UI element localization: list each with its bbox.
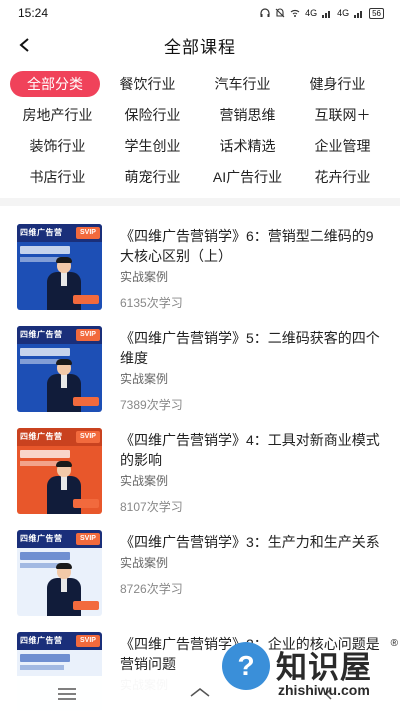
svip-badge: SVIP bbox=[76, 431, 100, 443]
svip-badge: SVIP bbox=[76, 329, 100, 341]
menu-icon bbox=[57, 687, 76, 700]
svip-badge: SVIP bbox=[76, 227, 100, 239]
chevron-left-icon bbox=[19, 38, 29, 52]
back-button[interactable] bbox=[14, 34, 36, 56]
category-row: 装饰行业 学生创业 话术精选 企业管理 bbox=[0, 130, 400, 161]
category-item[interactable]: 萌宠行业 bbox=[105, 164, 200, 190]
category-all[interactable]: 全部分类 bbox=[10, 70, 100, 97]
watermark-logo: ? 知识屋 ® zhishiwu.com bbox=[210, 636, 400, 711]
course-title: 《四维广告营销学》3：生产力和生产关系 bbox=[120, 534, 380, 550]
category-item[interactable]: 健身行业 bbox=[290, 71, 385, 97]
category-grid: 全部分类 餐饮行业 汽车行业 健身行业 房地产行业 保险行业 营销思维 互联网＋… bbox=[0, 68, 400, 192]
question-mark-icon: ? bbox=[222, 642, 270, 690]
category-item[interactable]: 花卉行业 bbox=[295, 164, 390, 190]
section-divider bbox=[0, 198, 400, 206]
category-item[interactable]: 话术精选 bbox=[200, 133, 295, 159]
battery-indicator: 56 bbox=[369, 7, 384, 19]
course-title: 《四维广告营销学》4：工具对新商业模式的影响 bbox=[120, 432, 380, 468]
page-header: 全部课程 bbox=[0, 26, 400, 64]
category-item[interactable]: 餐饮行业 bbox=[100, 71, 195, 97]
category-item[interactable]: 房地产行业 bbox=[10, 102, 105, 128]
status-icons: 4G 4G 56 bbox=[260, 7, 384, 19]
mute-icon bbox=[275, 8, 285, 18]
status-bar: 15:24 4G 4G 56 bbox=[0, 0, 400, 26]
registered-mark: ® bbox=[390, 638, 398, 649]
category-row: 房地产行业 保险行业 营销思维 互联网＋ bbox=[0, 99, 400, 130]
page-title: 全部课程 bbox=[164, 37, 236, 57]
course-title: 《四维广告营销学》5：二维码获客的四个维度 bbox=[120, 330, 380, 366]
svip-badge: SVIP bbox=[76, 635, 100, 647]
category-item[interactable]: AI广告行业 bbox=[200, 164, 295, 190]
menu-button[interactable] bbox=[52, 684, 82, 704]
course-thumbnail: 四维广告营 SVIP bbox=[17, 326, 102, 412]
wifi-icon bbox=[290, 9, 300, 17]
thumb-brand: 四维广告营 bbox=[20, 636, 63, 645]
watermark-name: 知识屋 bbox=[276, 650, 372, 685]
category-row: 书店行业 萌宠行业 AI广告行业 花卉行业 bbox=[0, 161, 400, 192]
course-type: 实战案例 bbox=[120, 372, 169, 386]
course-type: 实战案例 bbox=[120, 474, 169, 488]
category-row: 全部分类 餐饮行业 汽车行业 健身行业 bbox=[0, 68, 400, 99]
category-item[interactable]: 汽车行业 bbox=[195, 71, 290, 97]
course-thumbnail: 四维广告营 SVIP bbox=[17, 530, 102, 616]
study-count: 6135次学习 bbox=[120, 296, 183, 310]
course-item[interactable]: 四维广告营 SVIP 《四维广告营销学》6：营销型二维码的9大核心区别（上） 实战… bbox=[0, 214, 400, 316]
signal-icon-2 bbox=[354, 11, 363, 18]
network-type-1: 4G bbox=[305, 8, 318, 18]
status-time: 15:24 bbox=[18, 6, 49, 20]
svip-badge: SVIP bbox=[76, 533, 100, 545]
signal-icon bbox=[322, 11, 331, 18]
network-type-2: 4G bbox=[337, 8, 350, 18]
watermark-url: zhishiwu.com bbox=[278, 682, 370, 698]
course-type: 实战案例 bbox=[120, 556, 169, 570]
category-item[interactable]: 书店行业 bbox=[10, 164, 105, 190]
course-thumbnail: 四维广告营 SVIP bbox=[17, 428, 102, 514]
thumb-brand: 四维广告营 bbox=[20, 330, 63, 339]
thumb-brand: 四维广告营 bbox=[20, 228, 63, 237]
home-icon bbox=[190, 687, 210, 697]
course-thumbnail: 四维广告营 SVIP bbox=[17, 224, 102, 310]
course-item[interactable]: 四维广告营 SVIP 《四维广告营销学》5：二维码获客的四个维度 实战案例 738… bbox=[0, 316, 400, 418]
category-item[interactable]: 学生创业 bbox=[105, 133, 200, 159]
category-item[interactable]: 保险行业 bbox=[105, 102, 200, 128]
category-item[interactable]: 互联网＋ bbox=[295, 102, 390, 128]
course-item[interactable]: 四维广告营 SVIP 《四维广告营销学》3：生产力和生产关系 实战案例 8726次… bbox=[0, 520, 400, 622]
course-type: 实战案例 bbox=[120, 270, 169, 284]
study-count: 8107次学习 bbox=[120, 500, 183, 514]
study-count: 7389次学习 bbox=[120, 398, 183, 412]
category-item[interactable]: 企业管理 bbox=[295, 133, 390, 159]
category-item[interactable]: 装饰行业 bbox=[10, 133, 105, 159]
study-count: 8726次学习 bbox=[120, 582, 183, 596]
course-title: 《四维广告营销学》6：营销型二维码的9大核心区别（上） bbox=[120, 228, 374, 264]
course-item[interactable]: 四维广告营 SVIP 《四维广告营销学》4：工具对新商业模式的影响 实战案例 81… bbox=[0, 418, 400, 520]
category-item[interactable]: 营销思维 bbox=[200, 102, 295, 128]
thumb-brand: 四维广告营 bbox=[20, 534, 63, 543]
thumb-brand: 四维广告营 bbox=[20, 432, 63, 441]
headphones-icon bbox=[260, 8, 270, 17]
